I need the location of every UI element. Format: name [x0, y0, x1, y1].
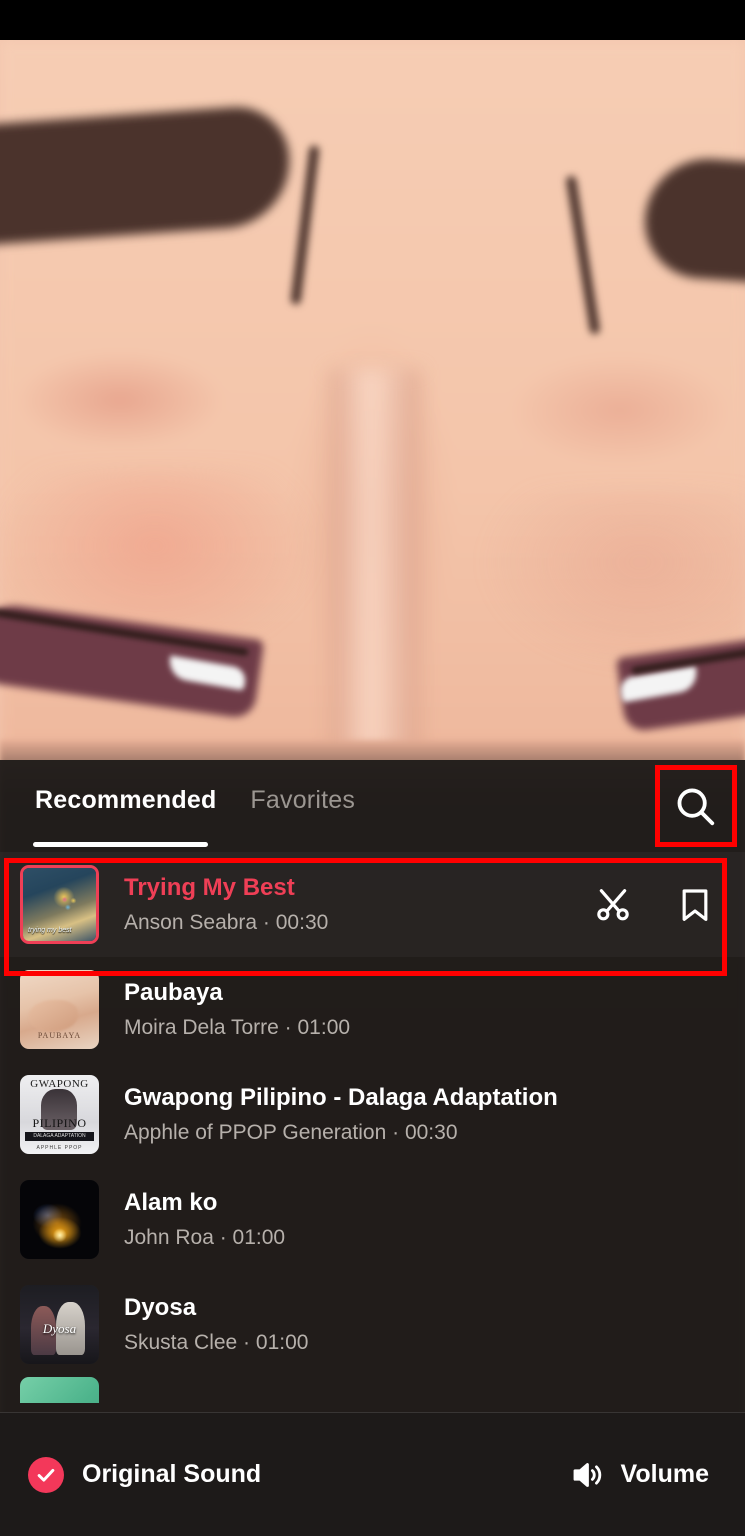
song-meta: Skusta Clee · 01:00	[124, 1330, 309, 1354]
song-title: Dyosa	[124, 1294, 197, 1321]
original-sound-toggle[interactable]: Original Sound	[28, 1456, 262, 1493]
song-title: Gwapong Pilipino - Dalaga Adaptation	[124, 1084, 558, 1111]
song-row-next-partial[interactable]	[0, 1377, 745, 1403]
volume-icon	[569, 1457, 605, 1493]
song-info: Paubaya Moira Dela Torre · 01:00	[124, 979, 725, 1040]
album-art-caption-mid: PILIPINO	[32, 1116, 87, 1131]
album-art-alam-ko	[20, 1180, 99, 1259]
sound-footer-bar: Original Sound Volume	[0, 1412, 745, 1536]
album-art-caption: Dyosa	[42, 1321, 77, 1337]
sound-tabs: Recommended Favorites	[33, 784, 357, 817]
sound-picker-panel: Recommended Favorites trying my best Try…	[0, 760, 745, 1536]
song-row-gwapong-pilipino[interactable]: GWAPONG PILIPINO DALAGA ADAPTATION APPHL…	[0, 1062, 745, 1167]
song-info: Trying My Best Anson Seabra · 00:30	[124, 874, 593, 935]
song-row-actions	[593, 885, 725, 925]
hands-graphic	[29, 1000, 79, 1032]
search-button[interactable]	[663, 774, 727, 838]
song-meta: John Roa · 01:00	[124, 1225, 286, 1249]
sound-picker-header: Recommended Favorites	[0, 760, 745, 852]
album-art-paubaya: PAUBAYA	[20, 970, 99, 1049]
album-art-gwapong-pilipino: GWAPONG PILIPINO DALAGA ADAPTATION APPHL…	[20, 1075, 99, 1154]
active-tab-indicator	[33, 842, 208, 847]
song-meta: Moira Dela Torre · 01:00	[124, 1015, 351, 1039]
album-art-caption: trying my best	[28, 927, 72, 935]
volume-button[interactable]: Volume	[569, 1457, 709, 1493]
light-burst-graphic	[31, 1202, 88, 1250]
song-info: Alam ko John Roa · 01:00	[124, 1189, 725, 1250]
song-list[interactable]: trying my best Trying My Best Anson Seab…	[0, 852, 745, 1412]
search-icon	[672, 783, 718, 829]
song-row-alam-ko[interactable]: Alam ko John Roa · 01:00	[0, 1167, 745, 1272]
check-circle-icon	[28, 1456, 64, 1493]
song-info: Gwapong Pilipino - Dalaga Adaptation App…	[124, 1084, 725, 1145]
song-row-trying-my-best[interactable]: trying my best Trying My Best Anson Seab…	[0, 852, 745, 957]
song-meta: Anson Seabra · 00:30	[124, 910, 329, 934]
album-art-caption-bar-wrap: DALAGA ADAPTATION	[24, 1131, 95, 1141]
album-art-next-partial	[20, 1377, 99, 1403]
album-art-trying-my-best: trying my best	[20, 865, 99, 944]
cheek-shade-right	[480, 490, 745, 670]
album-art-caption-top: GWAPONG	[30, 1078, 89, 1090]
trim-icon[interactable]	[593, 885, 633, 925]
tiktok-add-sound-screen: Recommended Favorites trying my best Try…	[0, 0, 745, 1536]
album-art-caption-bottom: APPHLE PPOP	[36, 1145, 83, 1151]
song-title: Trying My Best	[124, 874, 295, 901]
song-row-paubaya[interactable]: PAUBAYA Paubaya Moira Dela Torre · 01:00	[0, 957, 745, 1062]
original-sound-label: Original Sound	[82, 1460, 262, 1488]
song-title: Alam ko	[124, 1189, 218, 1216]
nose-bridge	[330, 370, 420, 790]
tab-favorites[interactable]: Favorites	[248, 784, 357, 817]
volume-label: Volume	[620, 1460, 709, 1488]
tab-recommended[interactable]: Recommended	[33, 784, 218, 817]
status-bar	[0, 0, 745, 40]
balloons-graphic	[58, 892, 81, 915]
album-art-caption-bar: DALAGA ADAPTATION	[33, 1132, 86, 1139]
song-meta: Apphle of PPOP Generation · 00:30	[124, 1120, 458, 1144]
song-title: Paubaya	[124, 979, 223, 1006]
album-art-caption: PAUBAYA	[37, 1031, 82, 1040]
album-art-dyosa: Dyosa	[20, 1285, 99, 1364]
song-row-dyosa[interactable]: Dyosa Dyosa Skusta Clee · 01:00	[0, 1272, 745, 1377]
song-info: Dyosa Skusta Clee · 01:00	[124, 1294, 725, 1355]
bookmark-icon[interactable]	[675, 885, 715, 925]
